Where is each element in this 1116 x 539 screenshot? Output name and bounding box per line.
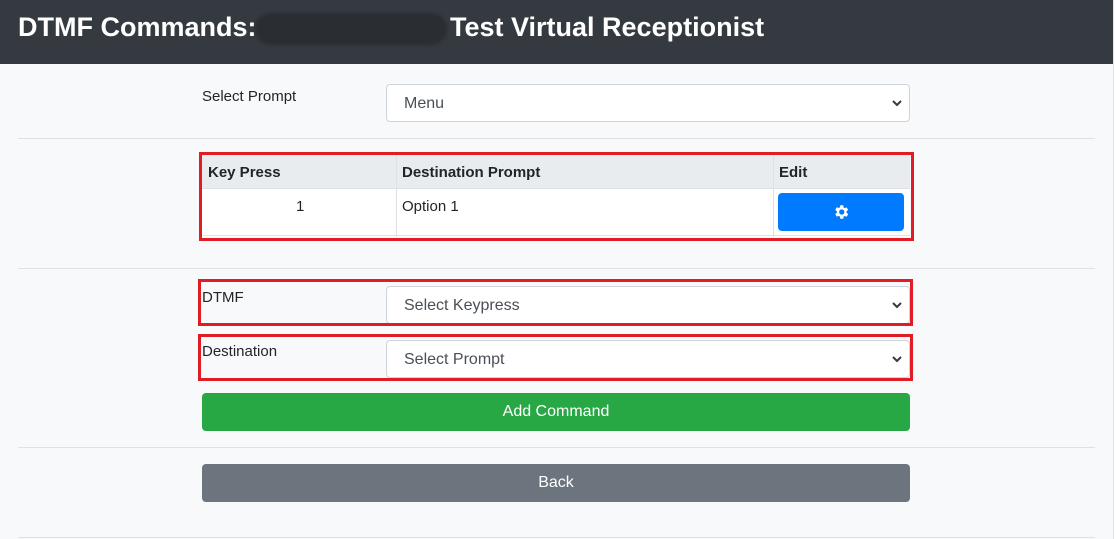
edit-button[interactable]: [778, 193, 904, 231]
cell-key-press: 1: [296, 198, 305, 215]
prompt-select-value: Menu: [404, 95, 445, 112]
page-header: DTMF Commands: Test Virtual Receptionist: [0, 0, 1116, 64]
destination-label: Destination: [202, 343, 278, 360]
column-divider: [396, 155, 397, 237]
row-divider: [202, 235, 910, 236]
divider: [18, 537, 1095, 538]
dtmf-select-value: Select Keypress: [404, 297, 520, 314]
add-command-button[interactable]: Add Command: [202, 393, 910, 431]
destination-select[interactable]: Select Prompt: [386, 340, 910, 378]
column-header-destination-prompt: Destination Prompt: [402, 164, 541, 181]
chevron-down-icon: [892, 302, 902, 309]
column-header-edit: Edit: [779, 164, 808, 181]
divider: [18, 138, 1095, 139]
dtmf-label: DTMF: [202, 289, 244, 306]
gear-icon: [835, 205, 849, 219]
divider: [18, 447, 1095, 448]
back-button[interactable]: Back: [202, 464, 910, 502]
divider: [18, 268, 1095, 269]
select-prompt-label: Select Prompt: [202, 88, 297, 105]
dtmf-table: Key Press Destination Prompt Edit 1 Opti…: [202, 155, 910, 237]
column-divider: [773, 155, 774, 237]
cell-destination-prompt: Option 1: [402, 198, 459, 215]
page-title-prefix: DTMF Commands:: [18, 12, 257, 42]
chevron-down-icon: [892, 356, 902, 363]
prompt-select[interactable]: Menu: [386, 84, 910, 122]
chevron-down-icon: [892, 100, 902, 107]
page-title-suffix: Test Virtual Receptionist: [450, 12, 765, 42]
redacted-name: [255, 13, 447, 45]
destination-select-value: Select Prompt: [404, 351, 505, 368]
dtmf-select[interactable]: Select Keypress: [386, 286, 910, 324]
column-header-key-press: Key Press: [208, 164, 281, 181]
